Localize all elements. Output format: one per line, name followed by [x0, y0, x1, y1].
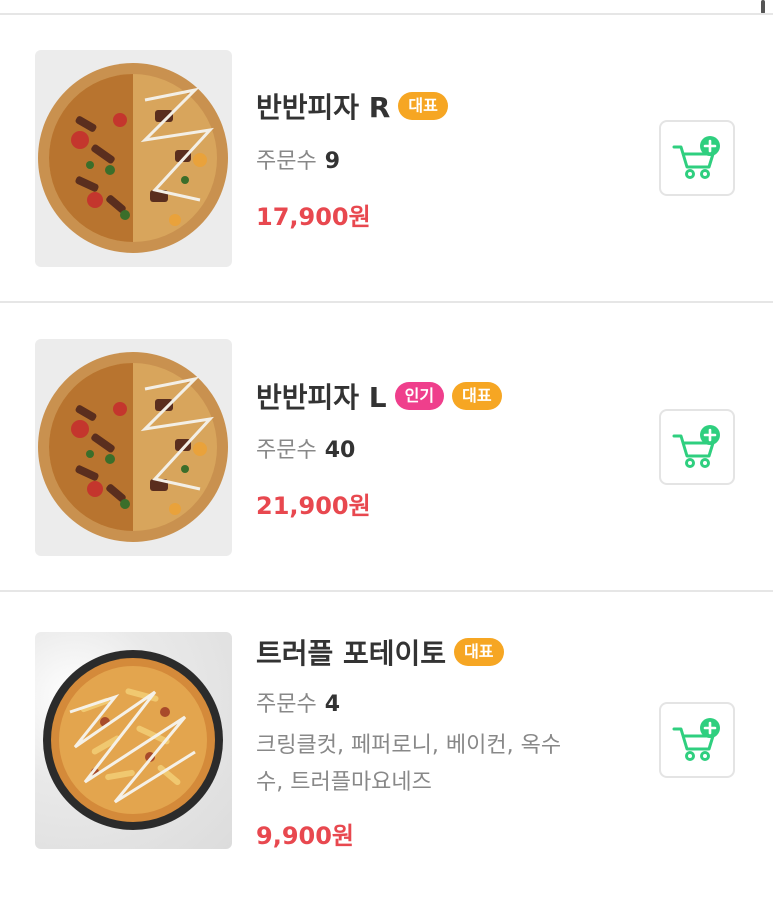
item-name: 반반피자 L — [256, 381, 387, 414]
divider — [0, 301, 773, 303]
item-price: 21,900원 — [256, 492, 371, 520]
item-name: 반반피자 R — [256, 91, 391, 124]
cart-add-icon — [672, 718, 720, 761]
pizza-image — [35, 339, 232, 556]
order-count-value: 40 — [324, 438, 356, 463]
add-to-cart-button[interactable] — [659, 409, 735, 485]
badge-representative: 대표 — [454, 638, 504, 666]
order-count-value: 9 — [324, 149, 341, 174]
order-count-label: 주문수 — [256, 692, 317, 717]
description-line: 크링클컷, 페퍼로니, 베이컨, 옥수 — [256, 733, 562, 758]
order-count: 주문수 4 — [256, 686, 340, 718]
add-to-cart-button[interactable] — [659, 702, 735, 778]
item-price: 9,900원 — [256, 822, 354, 850]
badge-representative: 대표 — [398, 92, 448, 120]
order-count-value: 4 — [324, 692, 341, 717]
item-title-row: 반반피자 R 대표 — [256, 86, 448, 126]
order-count: 주문수 40 — [256, 432, 355, 464]
order-count: 주문수 9 — [256, 143, 340, 175]
order-count-label: 주문수 — [256, 438, 317, 463]
cart-add-icon — [672, 136, 720, 179]
item-name: 트러플 포테이토 — [256, 637, 447, 670]
item-price: 17,900원 — [256, 203, 371, 231]
item-title-row: 트러플 포테이토 대표 — [256, 632, 504, 672]
pizza-image — [35, 50, 232, 267]
description-line: 수, 트러플마요네즈 — [256, 770, 432, 795]
scrollbar-indicator[interactable] — [761, 0, 765, 14]
badge-representative: 대표 — [452, 382, 502, 410]
item-title-row: 반반피자 L 인기 대표 — [256, 376, 502, 416]
divider — [0, 590, 773, 592]
pizza-image — [35, 632, 232, 849]
add-to-cart-button[interactable] — [659, 120, 735, 196]
cart-add-icon — [672, 425, 720, 468]
divider — [0, 13, 773, 15]
badge-popular: 인기 — [394, 382, 445, 410]
item-description: 크링클컷, 페퍼로니, 베이컨, 옥수 수, 트러플마요네즈 — [256, 727, 606, 801]
order-count-label: 주문수 — [256, 149, 317, 174]
